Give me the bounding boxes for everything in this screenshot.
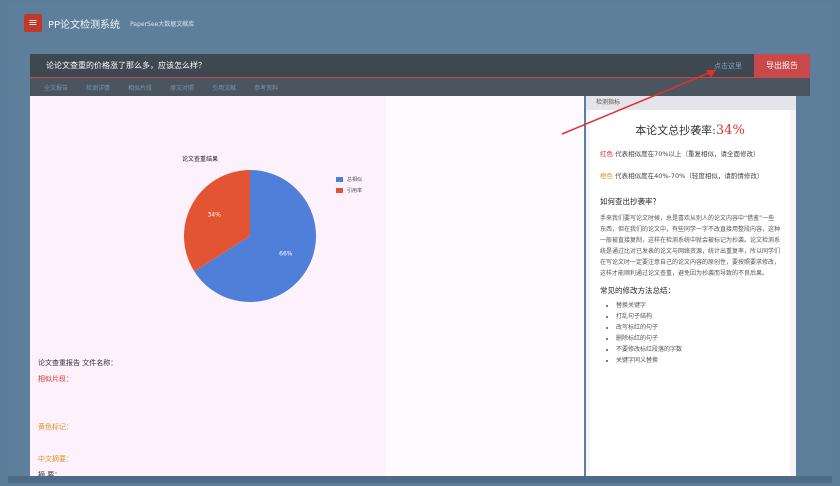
how-title: 如何查出抄袭率？ [600,197,660,206]
detail-line [38,438,398,447]
app-logo-icon: ≡ [24,14,42,32]
total-rate: 本论文总抄袭率:34% [590,122,790,138]
how-body: 手来我们要写论文时候，总是喜欢从别人的论文内容中“借鉴”一些东西，但在我们的论文… [600,215,781,277]
bottom-edge [8,476,832,483]
app-subtitle: PaperSee大数据文献库 [130,20,195,28]
legend-label-total: 总相似 [347,177,363,183]
app-header: ≡ PP论文检测系统 PaperSee大数据文献库 [24,8,816,38]
legend-item-total: 总相似 [336,176,362,183]
right-panel: 检测指标 本论文总抄袭率:34% 红色 代表相似度在70%以上（重复相似，请全面… [586,96,796,476]
red-legend: 红色 代表相似度在70%以上（重复相似，请全面修改） [590,148,790,160]
orange-tag: 橙色 [600,172,613,180]
detail-line: 论文查重报告 文件名称： [38,359,118,367]
list-item: 改写标红的句子 [616,322,790,333]
question-bar: 论论文查重的价格涨了那么多，应该怎么样？ 点击这里 导出报告 [30,53,810,78]
report-margin [386,96,584,476]
orange-legend: 橙色 代表相似度在40%-70%（轻度相似，请酌情修改） [590,170,790,182]
methods-list: 替换关键字 打乱句子结构 改写标红的句子 删除标红的句子 不要修改标红段落的字数… [590,300,790,366]
nav-item-similar[interactable]: 相似片段 [128,83,152,92]
summary-card: 本论文总抄袭率:34% 红色 代表相似度在70%以上（重复相似，请全面修改） 橙… [590,110,790,476]
orange-desc: 代表相似度在40%-70%（轻度相似，请酌情修改） [615,172,764,180]
list-item: 不要修改标红段落的字数 [616,344,790,355]
chart-legend: 总相似 引用率 [336,176,362,198]
chart-title: 论文查重结果 [182,156,219,163]
legend-item-cite: 引用率 [336,187,362,194]
app-title: PP论文检测系统 [48,19,121,31]
nav-item-compare[interactable]: 原文对照 [170,83,194,92]
detail-lines: 论文查重报告 文件名称： 相似片段： 黄色标记： 中文摘要： 摘 要： [38,358,398,486]
list-item: 删除标红的句子 [616,333,790,344]
question-text: 论论文查重的价格涨了那么多，应该怎么样？ [46,61,206,70]
list-item: 替换关键字 [616,300,790,311]
detail-line [38,390,398,399]
legend-swatch-total [336,177,343,182]
detail-line [38,406,398,415]
nav-item-details[interactable]: 检测详情 [86,83,110,92]
report-main: 论文查重结果 66% 34% 总相似 引用率 论文查重报告 文件名称： 相似片段：… [30,96,584,479]
right-panel-header: 检测指标 [586,96,796,110]
detail-line: 黄色标记： [38,423,73,431]
methods-title: 常见的修改方法总结： [600,286,675,295]
export-report-button[interactable]: 导出报告 [754,53,810,78]
legend-swatch-cite [336,188,343,193]
nav-item-citations[interactable]: 引用文献 [212,83,236,92]
pie-data-label: 66% [279,251,293,258]
red-tag: 红色 [600,150,613,158]
nav-item-full-report[interactable]: 全文报告 [44,83,68,92]
pie-chart: 66% 34% [184,170,316,302]
report-nav: 全文报告 检测详情 相似片段 原文对照 引用文献 参考资料 [30,78,810,96]
detail-line: 中文摘要： [38,455,73,463]
nav-item-references[interactable]: 参考资料 [254,83,278,92]
list-item: 打乱句子结构 [616,311,790,322]
question-link[interactable]: 点击这里 [714,61,742,71]
list-item: 关键字同义替换 [616,355,790,366]
total-rate-value: 34% [715,123,745,138]
legend-label-cite: 引用率 [347,188,363,194]
total-rate-label: 本论文总抄袭率: [635,124,716,137]
detail-line: 相似片段： [38,375,73,383]
pie-data-label: 34% [207,211,221,218]
red-desc: 代表相似度在70%以上（重复相似，请全面修改） [615,150,760,158]
